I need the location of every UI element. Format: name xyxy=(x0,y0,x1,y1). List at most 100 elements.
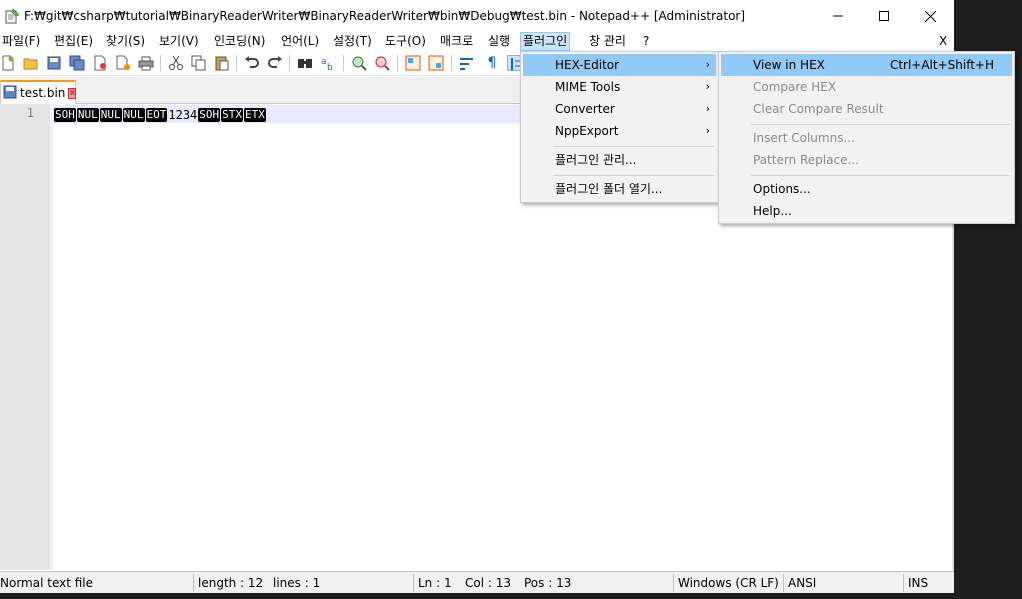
menu-item-label: HEX-Editor xyxy=(555,58,620,72)
menu-item-open-plugin-folder[interactable]: 플러그인 폴더 열기... xyxy=(523,178,716,200)
menu-item-view-in-hex[interactable]: View in HEX Ctrl+Alt+Shift+H xyxy=(721,54,1012,76)
menu-language[interactable]: 언어(L) xyxy=(279,32,321,51)
menu-view[interactable]: 보기(V) xyxy=(157,32,201,51)
menu-settings[interactable]: 설정(T) xyxy=(331,32,374,51)
menu-separator xyxy=(751,175,1010,176)
show-all-characters-icon[interactable]: ¶ xyxy=(484,55,500,71)
new-file-icon[interactable] xyxy=(0,55,16,71)
control-char-token: NUL xyxy=(76,107,99,122)
sync-vertical-icon[interactable] xyxy=(405,55,421,71)
chevron-right-icon: › xyxy=(705,102,710,115)
plain-text-token: 1234 xyxy=(168,107,198,122)
toolbar-separator xyxy=(289,55,290,71)
notepadpp-app-icon xyxy=(4,8,20,24)
redo-icon[interactable] xyxy=(267,55,283,71)
status-insert-mode[interactable]: INS xyxy=(908,572,928,594)
menu-macro[interactable]: 매크로 xyxy=(438,32,475,51)
status-encoding[interactable]: ANSI xyxy=(788,572,816,594)
save-icon[interactable] xyxy=(46,55,62,71)
status-divider xyxy=(413,574,414,592)
menu-item-options[interactable]: Options... xyxy=(721,178,1012,200)
line-number-gutter: 1 xyxy=(0,104,50,570)
replace-icon[interactable]: ab xyxy=(320,55,336,71)
status-eol[interactable]: Windows (CR LF) xyxy=(678,572,779,594)
minimize-icon xyxy=(833,15,843,17)
control-char-token: SOH xyxy=(198,107,221,122)
menu-item-help[interactable]: Help... xyxy=(721,200,1012,222)
find-icon[interactable] xyxy=(297,55,313,71)
menu-edit[interactable]: 편집(E) xyxy=(52,32,95,51)
title-bar: F:₩git₩csharp₩tutorial₩BinaryReaderWrite… xyxy=(0,0,954,32)
tab-close-icon[interactable]: x xyxy=(68,87,77,99)
close-all-icon[interactable] xyxy=(115,55,131,71)
cut-icon[interactable] xyxy=(168,55,184,71)
print-icon[interactable] xyxy=(138,55,154,71)
menu-item-hex-editor[interactable]: HEX-Editor › xyxy=(523,54,716,76)
code-line[interactable]: SOH NUL NUL NUL EOT 1234 SOH STX ETX xyxy=(54,107,267,122)
menu-run[interactable]: 실행 xyxy=(486,32,512,51)
fold-margin xyxy=(50,104,53,570)
window-title: F:₩git₩csharp₩tutorial₩BinaryReaderWrite… xyxy=(24,9,746,23)
control-char-token: NUL xyxy=(122,107,145,122)
status-lines: lines : 1 xyxy=(273,576,321,590)
status-divider xyxy=(783,574,784,592)
zoom-in-icon[interactable] xyxy=(351,55,367,71)
close-button[interactable] xyxy=(907,0,953,32)
menu-item-clear-compare-result[interactable]: Clear Compare Result xyxy=(721,98,1012,120)
word-wrap-icon[interactable] xyxy=(459,55,475,71)
status-col: Col : 13 xyxy=(465,576,511,590)
control-char-token: SOH xyxy=(54,107,76,122)
copy-icon[interactable] xyxy=(191,55,207,71)
menu-item-label: View in HEX xyxy=(753,58,825,72)
menu-file[interactable]: 파일(F) xyxy=(0,32,42,51)
menu-help[interactable]: ? xyxy=(641,32,651,51)
line-number: 1 xyxy=(26,106,34,120)
control-char-token: NUL xyxy=(99,107,122,122)
toolbar-separator xyxy=(451,55,452,71)
paste-icon[interactable] xyxy=(214,55,230,71)
save-all-icon[interactable] xyxy=(69,55,85,71)
maximize-button[interactable] xyxy=(861,0,907,32)
status-pos: Pos : 13 xyxy=(524,576,572,590)
status-divider xyxy=(673,574,674,592)
menu-item-converter[interactable]: Converter › xyxy=(523,98,716,120)
open-file-icon[interactable] xyxy=(23,55,39,71)
status-file-type: Normal text file xyxy=(0,576,94,590)
zoom-out-icon[interactable] xyxy=(374,55,390,71)
menu-encoding[interactable]: 인코딩(N) xyxy=(212,32,267,51)
menu-item-mime-tools[interactable]: MIME Tools › xyxy=(523,76,716,98)
status-divider xyxy=(903,574,904,592)
menu-item-insert-columns[interactable]: Insert Columns... xyxy=(721,127,1012,149)
toolbar-separator xyxy=(160,55,161,71)
menu-item-label: NppExport xyxy=(555,124,619,138)
close-document-button[interactable]: X xyxy=(939,32,947,51)
tab-test-bin[interactable]: test.bin x xyxy=(0,80,77,104)
hex-editor-submenu: View in HEX Ctrl+Alt+Shift+H Compare HEX… xyxy=(718,51,1015,224)
close-file-icon[interactable] xyxy=(92,55,108,71)
chevron-right-icon: › xyxy=(705,80,710,93)
control-char-token: STX xyxy=(221,107,244,122)
menu-search[interactable]: 찾기(S) xyxy=(104,32,147,51)
menu-item-label: MIME Tools xyxy=(555,80,621,94)
status-divider xyxy=(193,574,194,592)
tab-label: test.bin xyxy=(20,86,66,100)
sync-horizontal-icon[interactable] xyxy=(428,55,444,71)
menu-window[interactable]: 창 관리 xyxy=(587,32,628,51)
minimize-button[interactable] xyxy=(815,0,861,32)
menu-item-plugin-admin[interactable]: 플러그인 관리... xyxy=(523,149,716,171)
menu-plugins[interactable]: 플러그인 xyxy=(520,32,571,51)
chevron-right-icon: › xyxy=(705,124,710,137)
undo-icon[interactable] xyxy=(244,55,260,71)
menu-separator xyxy=(553,146,714,147)
menu-separator xyxy=(751,124,1010,125)
saved-file-icon xyxy=(3,85,17,102)
menu-separator xyxy=(553,175,714,176)
menu-item-nppexport[interactable]: NppExport › xyxy=(523,120,716,142)
status-ln: Ln : 1 xyxy=(418,576,452,590)
menu-tools[interactable]: 도구(O) xyxy=(383,32,428,51)
menu-bar: 파일(F) 편집(E) 찾기(S) 보기(V) 인코딩(N) 언어(L) 설정(… xyxy=(0,32,954,51)
menu-item-pattern-replace[interactable]: Pattern Replace... xyxy=(721,149,1012,171)
menu-item-shortcut: Ctrl+Alt+Shift+H xyxy=(889,58,994,72)
control-char-token: ETX xyxy=(244,107,266,122)
menu-item-compare-hex[interactable]: Compare HEX xyxy=(721,76,1012,98)
